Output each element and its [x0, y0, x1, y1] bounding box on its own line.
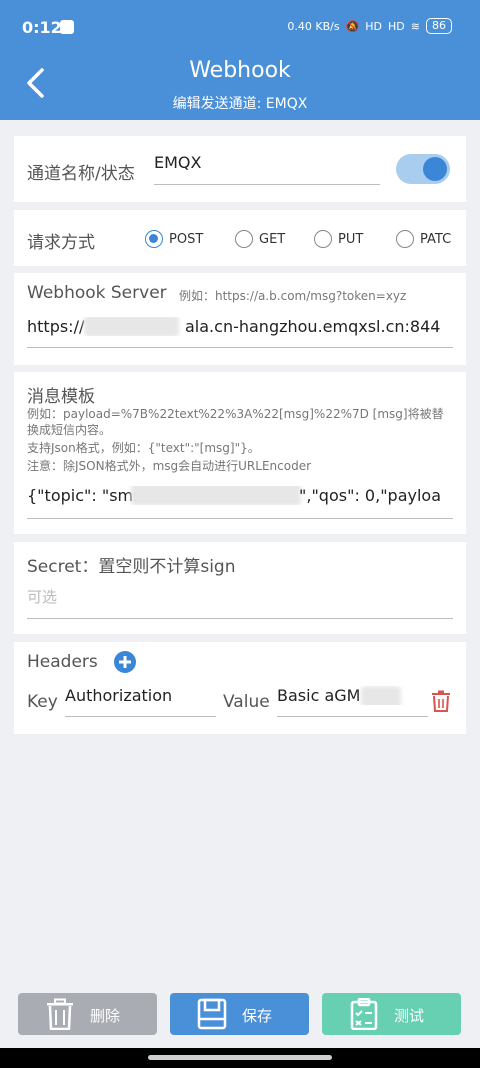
header-key-input[interactable]: Authorization — [65, 686, 210, 705]
signal-icon-1: HD — [365, 19, 383, 33]
redacted-blur — [131, 486, 301, 505]
radio-label: PATC — [420, 231, 452, 247]
channel-label: 通道名称/状态 — [27, 164, 135, 184]
redacted-blur — [84, 317, 179, 336]
app-bar: 0:12 0.40 KB/s 🔕 HD HD ≋ 86 Webhook 编辑发送… — [0, 0, 480, 120]
radio-circle — [145, 230, 163, 248]
delete-label: 删除 — [90, 1007, 121, 1025]
method-radio-get[interactable]: GET — [235, 230, 285, 248]
server-url-input[interactable]: https:// ala.cn-hangzhou.emqxsl.cn:844 — [27, 317, 452, 336]
radio-label: PUT — [338, 231, 364, 247]
channel-card: 通道名称/状态 EMQX — [14, 136, 466, 202]
method-radio-put[interactable]: PUT — [314, 230, 363, 248]
server-label: Webhook Server — [27, 283, 167, 303]
status-time: 0:12 — [22, 18, 62, 37]
channel-name-input[interactable]: EMQX — [154, 153, 374, 172]
channel-name-underline — [154, 184, 380, 185]
template-desc-4: 注意：除JSON格式外，msg会自动进行URLEncoder — [27, 459, 312, 473]
status-bar: 0:12 0.40 KB/s 🔕 HD HD ≋ 86 — [0, 0, 480, 46]
template-desc-3: 支持Json格式，例如：{"text":"[msg]"}。 — [27, 441, 260, 455]
status-icons: 0.40 KB/s 🔕 HD HD ≋ 86 — [287, 18, 452, 34]
redacted-blur — [361, 686, 401, 705]
secret-card: Secret：置空则不计算sign 可选 — [14, 542, 466, 634]
template-card: 消息模板 例如：payload=%7B%22text%22%3A%22[msg]… — [14, 372, 466, 534]
signal-icon-2: HD — [388, 19, 405, 33]
template-underline — [27, 518, 453, 519]
headers-label: Headers — [27, 652, 98, 672]
secret-input[interactable]: 可选 — [27, 586, 57, 607]
method-label: 请求方式 — [27, 233, 95, 253]
battery-icon: 86 — [426, 18, 452, 34]
home-indicator[interactable] — [148, 1055, 332, 1060]
server-card: Webhook Server 例如：https://a.b.com/msg?to… — [14, 273, 466, 365]
mute-icon: 🔕 — [345, 19, 360, 33]
header-key-label: Key — [27, 692, 58, 712]
header-key-underline — [65, 716, 216, 717]
template-desc-1: 例如：payload=%7B%22text%22%3A%22[msg]%22%7… — [27, 407, 444, 421]
headers-card: Headers Key Authorization Value Basic aG… — [14, 642, 466, 734]
system-nav-bar — [0, 1048, 480, 1068]
header-value-label: Value — [223, 692, 270, 712]
template-label: 消息模板 — [27, 387, 95, 407]
delete-button[interactable]: 删除 — [18, 993, 157, 1035]
delete-header-icon[interactable] — [431, 690, 451, 712]
test-button[interactable]: 测试 — [322, 993, 461, 1035]
radio-label: POST — [169, 231, 204, 247]
radio-circle — [235, 230, 253, 248]
save-icon — [197, 998, 227, 1030]
toggle-knob — [423, 157, 447, 181]
page-title: Webhook — [189, 58, 291, 83]
method-radio-patch[interactable]: PATC — [396, 230, 451, 248]
add-header-icon[interactable] — [114, 651, 136, 673]
channel-enabled-toggle[interactable] — [396, 154, 450, 184]
page-subtitle: 编辑发送通道: EMQX — [172, 96, 308, 112]
method-radio-post[interactable]: POST — [145, 230, 203, 248]
radio-circle — [396, 230, 414, 248]
server-underline — [27, 347, 453, 348]
template-input[interactable]: {"topic": "sms ","qos": 0,"payloa — [27, 486, 452, 505]
server-hint: 例如：https://a.b.com/msg?token=xyz — [179, 289, 407, 303]
trash-icon — [47, 998, 73, 1030]
net-speed: 0.40 KB/s — [287, 19, 340, 33]
method-card: 请求方式 POST GET PUT PATC — [14, 210, 466, 266]
server-url-suffix: ala.cn-hangzhou.emqxsl.cn:844 — [185, 317, 441, 336]
header-value-input[interactable]: Basic aGM — [277, 686, 427, 705]
save-button[interactable]: 保存 — [170, 993, 309, 1035]
secret-label: Secret：置空则不计算sign — [27, 557, 236, 577]
server-url-prefix: https:// — [27, 317, 85, 336]
radio-label: GET — [259, 231, 286, 247]
notification-icon — [60, 20, 74, 34]
save-label: 保存 — [242, 1007, 273, 1025]
header-value-text: Basic aGM — [277, 686, 361, 705]
checklist-icon — [350, 998, 378, 1030]
radio-circle — [314, 230, 332, 248]
test-label: 测试 — [394, 1007, 425, 1025]
header-value-underline — [277, 716, 428, 717]
wifi-icon: ≋ — [410, 19, 420, 33]
template-value-suffix: ","qos": 0,"payloa — [299, 486, 442, 505]
secret-underline — [27, 618, 453, 619]
template-value-prefix: {"topic": "sms — [27, 486, 142, 505]
template-desc-2: 换成短信内容。 — [27, 423, 112, 437]
